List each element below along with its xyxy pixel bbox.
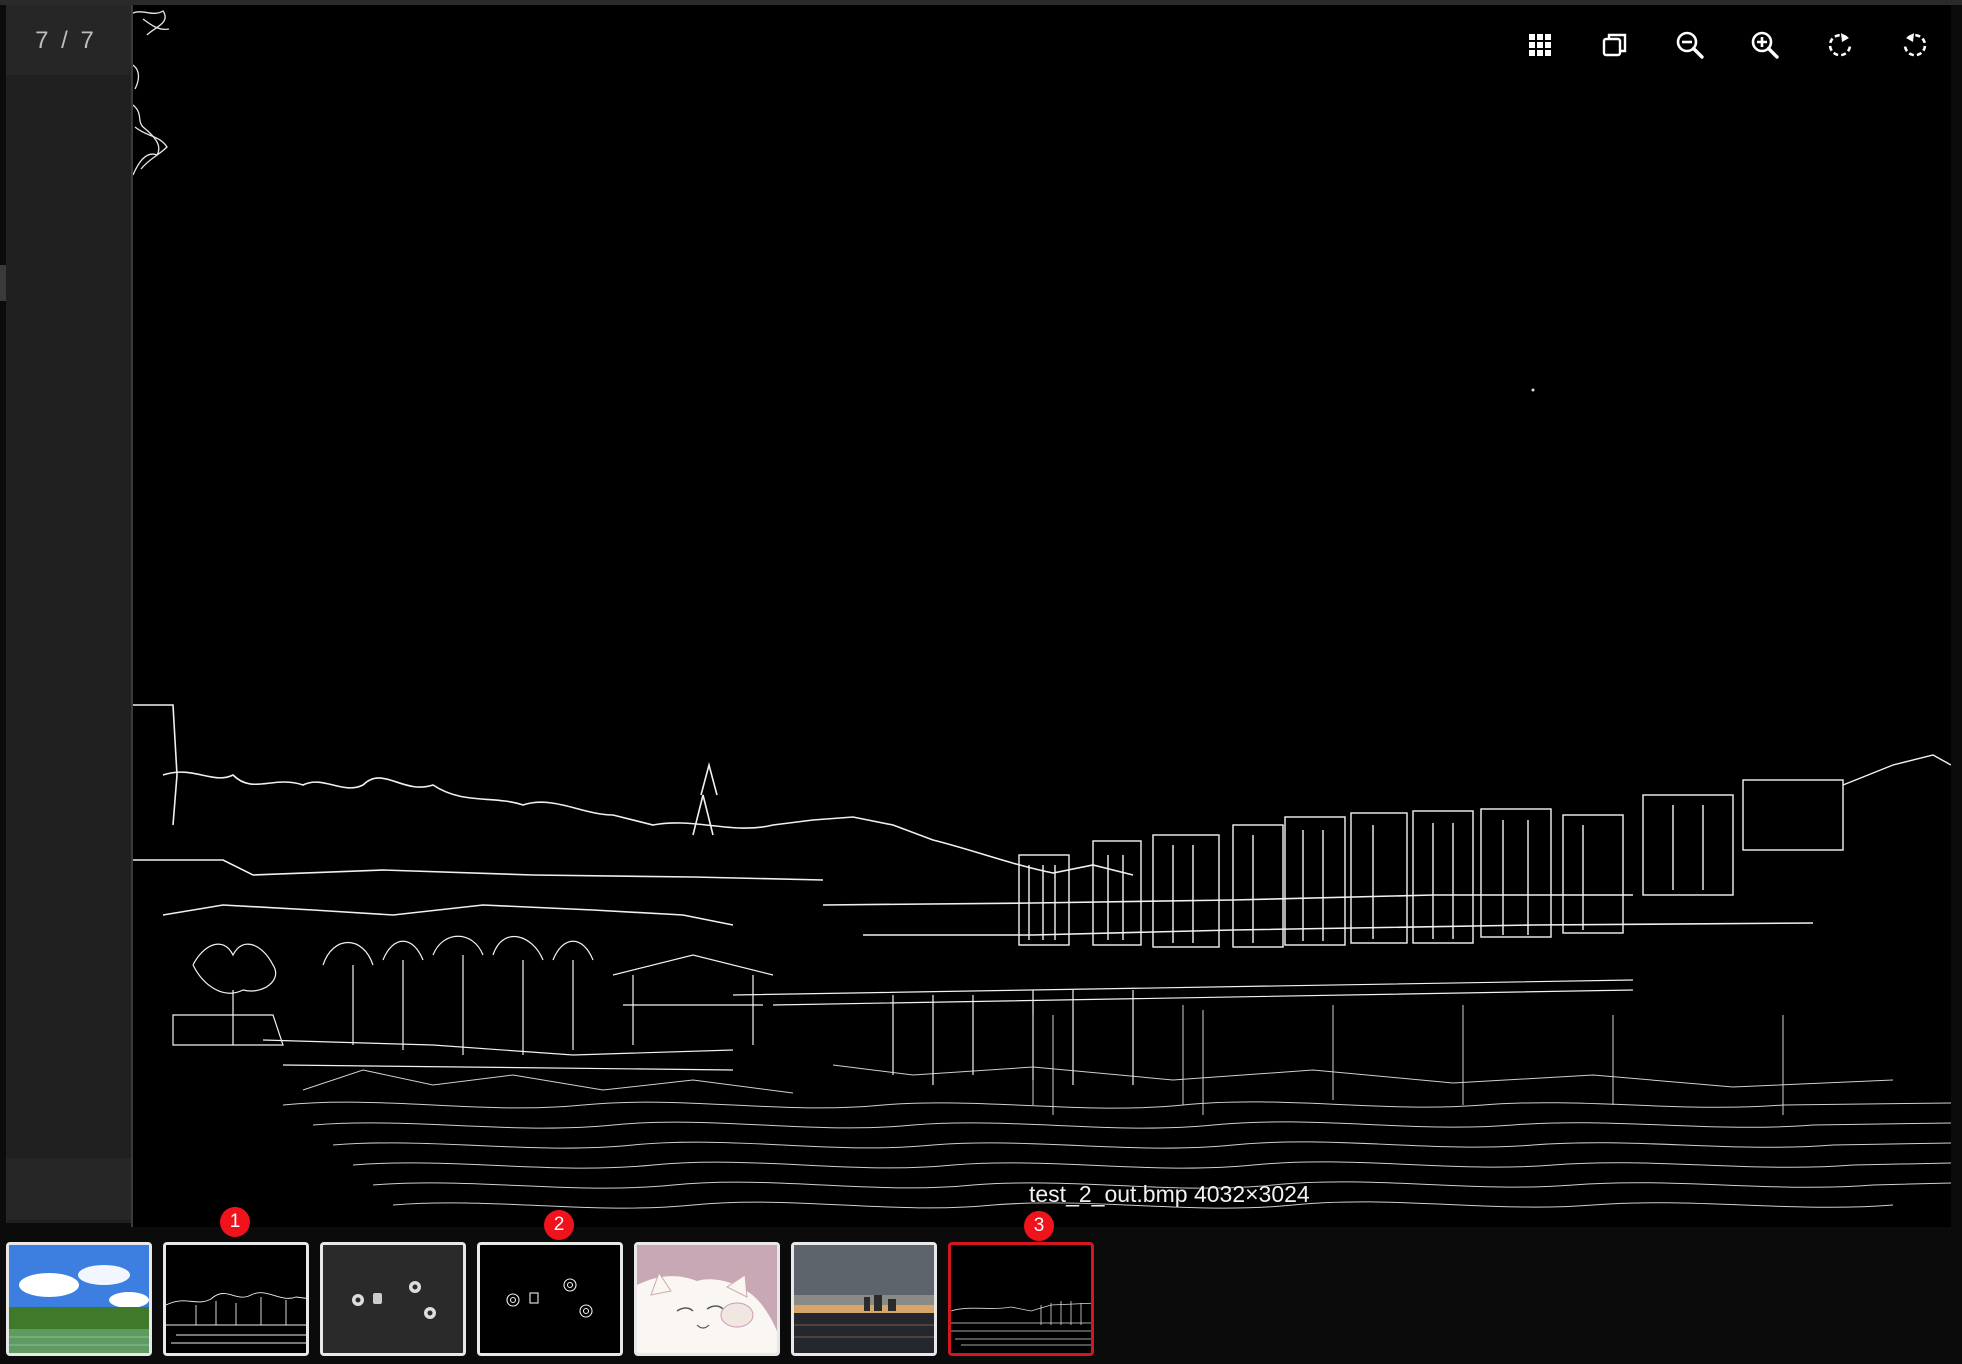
zoom-out-icon — [1676, 31, 1704, 59]
rotate-left-icon — [1903, 33, 1927, 57]
counter-box: 7 / 7 — [6, 5, 132, 75]
thumbnail-6-image — [794, 1245, 934, 1353]
thumbnail-1-image — [9, 1245, 149, 1353]
rotate-left-button[interactable] — [1893, 23, 1937, 67]
viewer-toolbar — [1518, 23, 1951, 67]
thumbnail-2[interactable] — [163, 1242, 309, 1356]
thumbnail-2-image — [166, 1245, 306, 1353]
thumbnails-grid-button[interactable] — [1518, 23, 1562, 67]
image-counter: 7 / 7 — [35, 27, 97, 54]
thumbnail-strip — [0, 1228, 1962, 1364]
thumbnail-3-image — [323, 1245, 463, 1353]
thumbnail-6[interactable] — [791, 1242, 937, 1356]
annotation-badge-1: 1 — [220, 1207, 250, 1237]
image-canvas[interactable]: test_2_out.bmp 4032×3024 — [133, 5, 1951, 1227]
thumbnail-7-image — [951, 1245, 1091, 1353]
annotation-badge-3: 3 — [1024, 1211, 1054, 1241]
thumbnail-1[interactable] — [6, 1242, 152, 1356]
edge-detected-image — [133, 5, 1951, 1227]
rotate-right-icon — [1828, 33, 1852, 57]
grid-icon — [1529, 34, 1551, 56]
thumbnail-7[interactable] — [948, 1242, 1094, 1356]
image-viewer-window: 7 / 7 test_2_out.bmp 4032×3024 1 2 3 — [0, 0, 1962, 1364]
thumbnail-4-image — [480, 1245, 620, 1353]
rotate-right-button[interactable] — [1818, 23, 1862, 67]
left-scroll-handle[interactable] — [0, 265, 6, 301]
thumbnail-3[interactable] — [320, 1242, 466, 1356]
actual-size-button[interactable] — [1593, 23, 1637, 67]
image-caption: test_2_out.bmp 4032×3024 — [1029, 1181, 1310, 1207]
zoom-out-button[interactable] — [1668, 23, 1712, 67]
thumbnail-4[interactable] — [477, 1242, 623, 1356]
annotation-badge-2: 2 — [544, 1210, 574, 1240]
thumbnail-5-image — [637, 1245, 777, 1353]
left-panel: 7 / 7 — [6, 5, 132, 1223]
copy-icon — [1602, 33, 1627, 57]
left-footer-box — [6, 1158, 132, 1220]
zoom-in-icon — [1751, 31, 1779, 59]
zoom-in-button[interactable] — [1743, 23, 1787, 67]
thumbnail-5[interactable] — [634, 1242, 780, 1356]
